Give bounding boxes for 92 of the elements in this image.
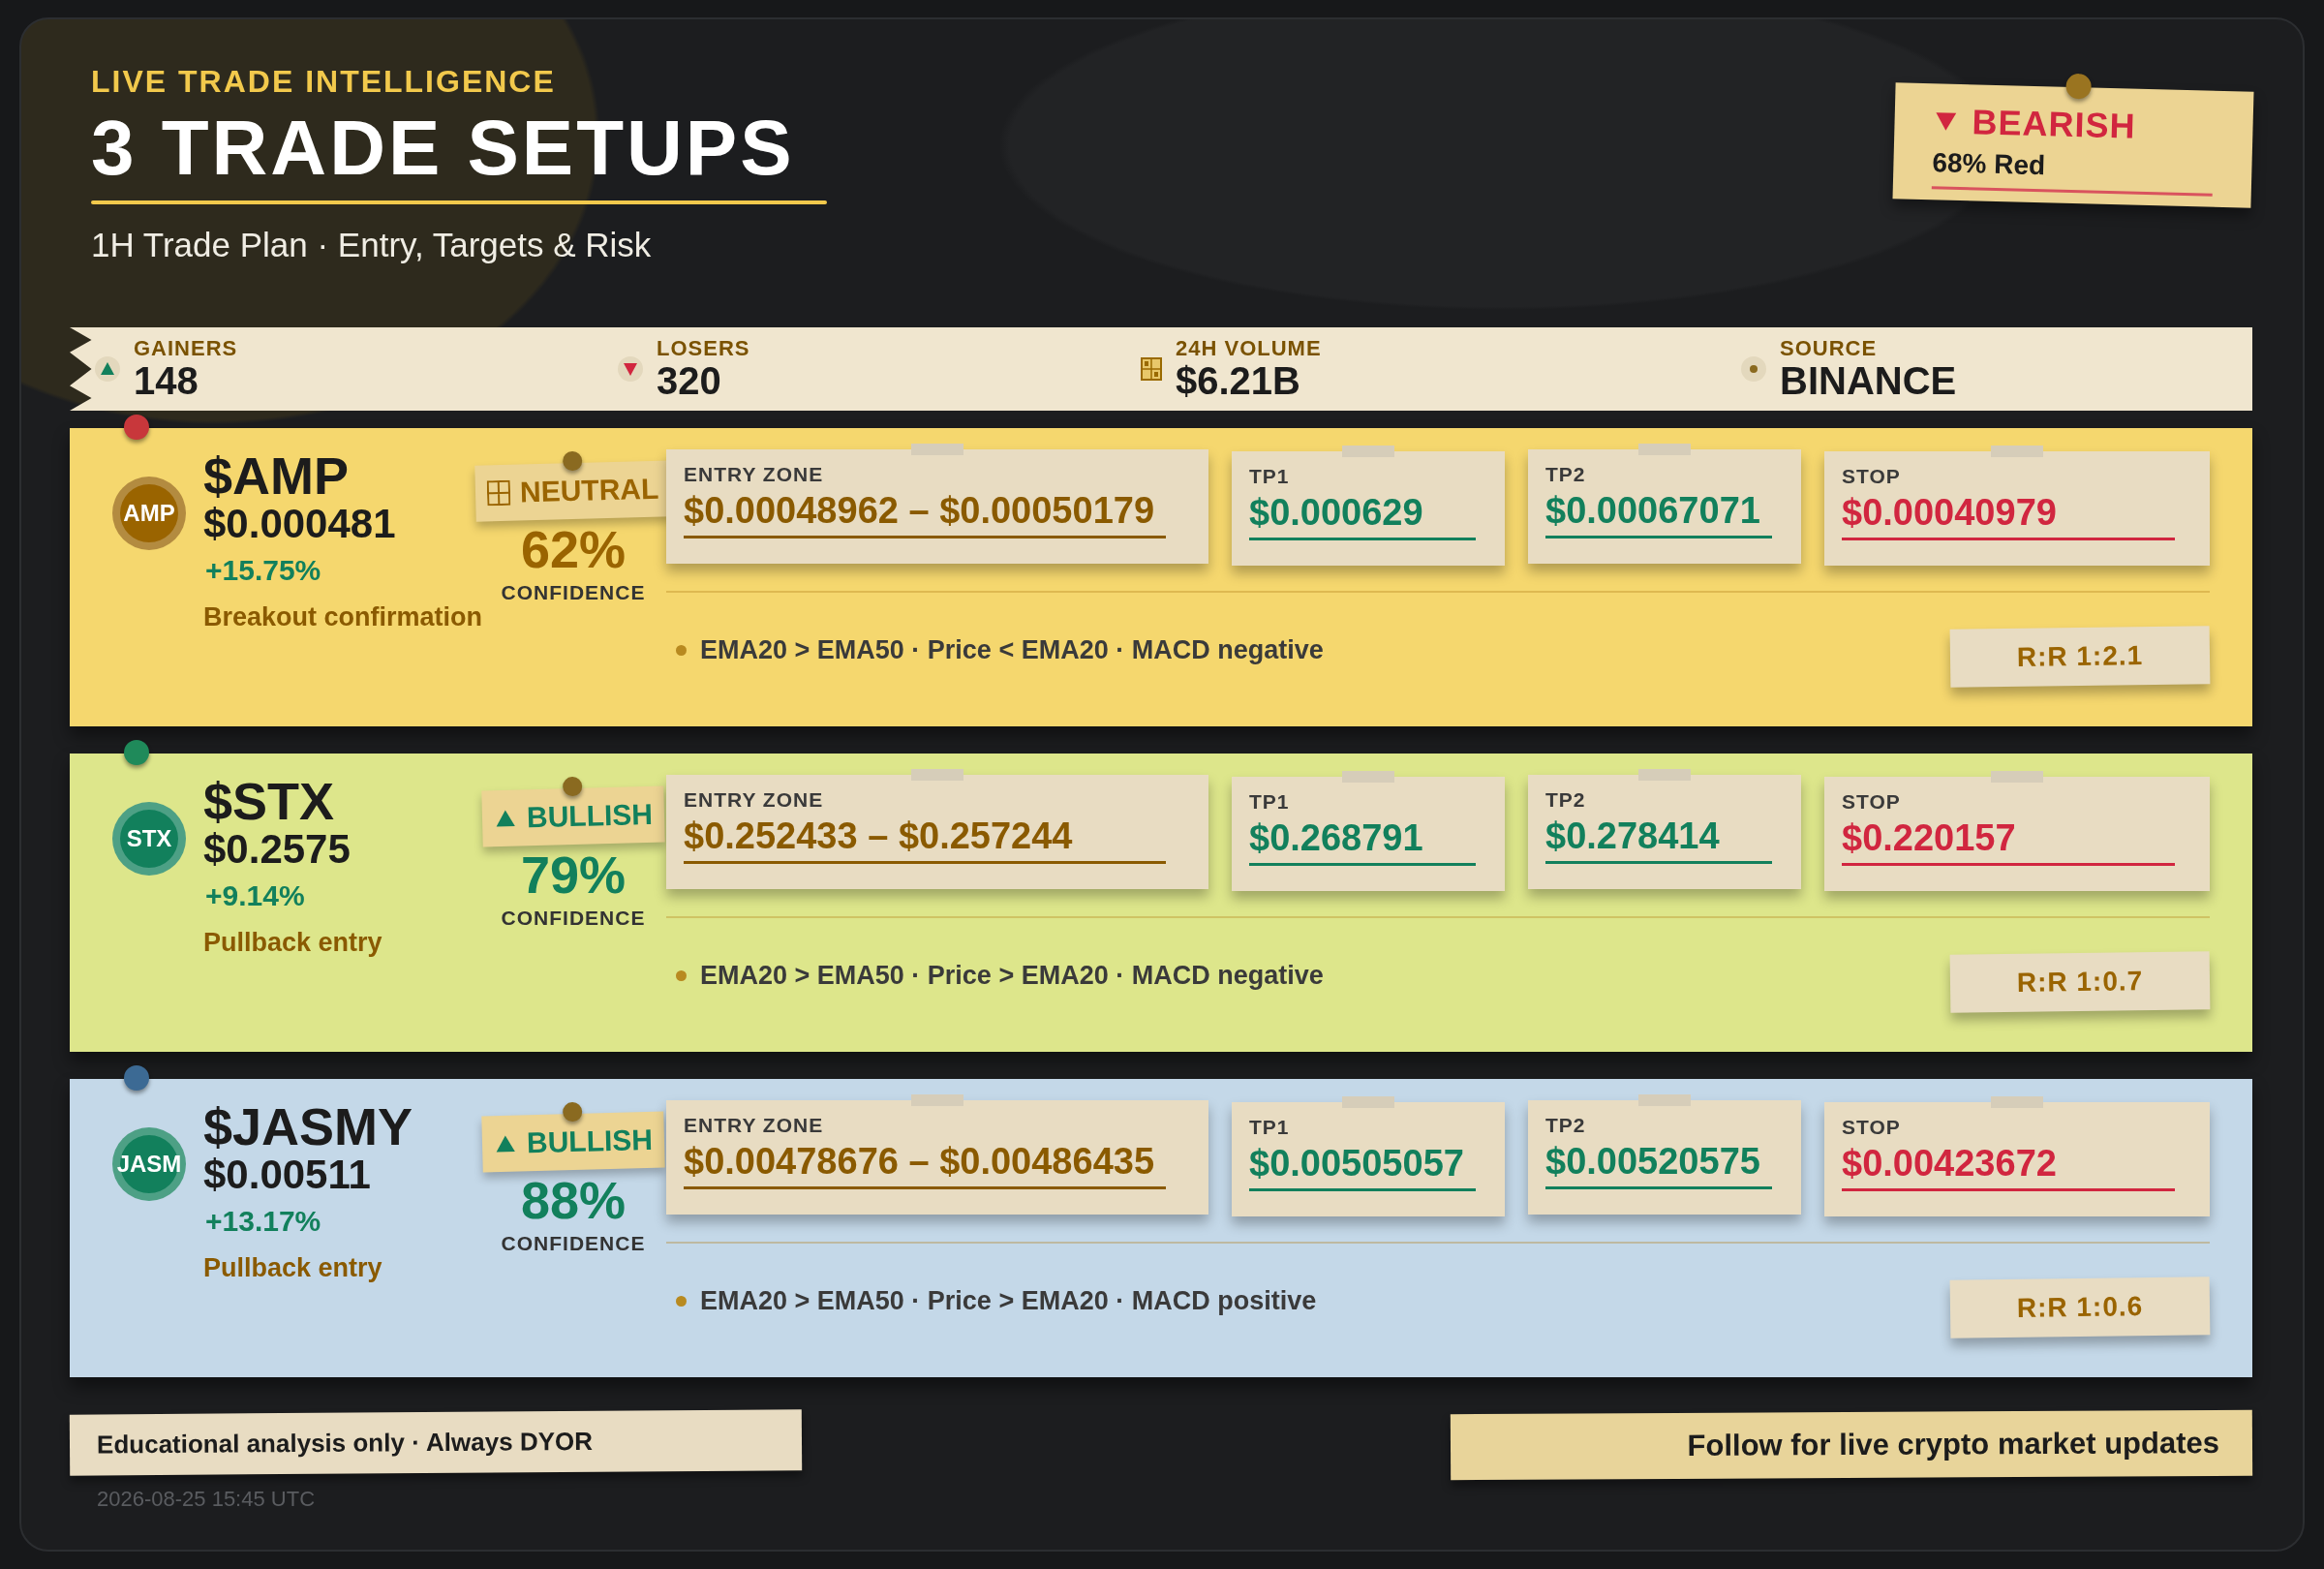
confidence-label: CONFIDENCE [501,581,646,604]
stat-label: SOURCE [1780,338,1879,359]
pin-icon [2065,73,2092,100]
abacus-icon [1141,357,1162,381]
confidence-value: 62% [520,523,627,575]
tape-strip [911,769,963,781]
stat-label: LOSERS [657,338,750,359]
indicator-summary: EMA20 > EMA50 · Price > EMA20 · MACD positive [700,1285,1317,1316]
level-label: ENTRY ZONE [684,463,825,486]
risk-reward-tag: R:R 1:0.7 [1949,951,2211,1013]
confidence-value: 88% [520,1174,627,1226]
coin-price: $0.000481 [203,502,397,547]
disclaimer-note: Educational analysis only · Always DYOR [69,1409,803,1476]
setup-note: Pullback entry [203,1253,382,1284]
tape-strip [1991,771,2043,783]
price-change: +15.75% [205,554,322,588]
tape-strip [1638,444,1691,455]
level-label: STOP [1842,465,1902,488]
indicator-summary: EMA20 > EMA50 · Price > EMA20 · MACD negative [700,960,1324,991]
tape-strip [1342,771,1394,783]
level-label: ENTRY ZONE [684,1114,825,1137]
price-change: +9.14% [205,879,306,913]
coin-symbol: $AMP [203,449,351,502]
bullet-icon [676,969,687,981]
indicator-summary: EMA20 > EMA50 · Price < EMA20 · MACD negative [700,634,1324,665]
coin-symbol: $JASMY [203,1100,414,1153]
tape-strip [1342,446,1394,457]
risk-reward-tag: R:R 1:0.6 [1949,1277,2211,1338]
sentiment-detail: 68% Red [1931,147,2214,197]
level-value: $0.00048962 – $0.00050179 [684,490,1166,538]
level-value: $0.278414 [1545,815,1772,864]
pin-icon [562,776,583,797]
level-value: $0.00067071 [1545,490,1772,538]
coin-badge: AMP [112,477,186,550]
tape-strip [911,1094,963,1106]
tape-strip [1638,769,1691,781]
confidence-label: CONFIDENCE [501,1232,646,1255]
pin-icon [562,450,583,472]
price-change: +13.17% [205,1205,322,1239]
tape-strip [911,444,963,455]
tape-strip [1991,446,2043,457]
level-value: $0.268791 [1249,817,1476,866]
stat-value: 320 [657,361,722,400]
timestamp: 2026-08-25 15:45 UTC [96,1487,317,1512]
page-title: 3 TRADE SETUPS [91,106,796,191]
dot-icon [1741,356,1766,382]
tape-strip [1638,1094,1691,1106]
level-label: ENTRY ZONE [684,788,825,812]
grid-icon [487,479,511,507]
follow-note: Follow for live crypto market updates [1450,1409,2253,1481]
level-label: STOP [1842,790,1902,814]
tape-strip [1342,1096,1394,1108]
coin-badge: JASM [112,1127,186,1201]
level-label: TP1 [1249,1116,1291,1139]
stat-label: GAINERS [134,338,238,359]
level-label: STOP [1842,1116,1902,1139]
level-label: TP2 [1545,463,1587,486]
bias-label: BULLISH [526,797,654,835]
stat-value: 148 [134,361,199,400]
confidence-value: 79% [520,848,627,901]
level-value: $0.220157 [1842,817,2175,866]
bias-label: NEUTRAL [519,472,660,509]
level-label: TP2 [1545,1114,1587,1137]
coin-badge: STX [112,802,186,876]
stat-value: BINANCE [1780,361,1957,400]
risk-reward-tag: R:R 1:2.1 [1949,626,2211,688]
level-value: $0.00520575 [1545,1141,1772,1189]
coin-price: $0.00511 [203,1153,372,1198]
eyebrow-label: LIVE TRADE INTELLIGENCE [91,64,557,100]
level-value: $0.000629 [1249,492,1476,540]
setup-note: Pullback entry [203,928,382,959]
setup-note: Breakout confirmation [203,602,483,633]
pin-icon [562,1101,583,1123]
confidence-label: CONFIDENCE [501,907,646,930]
level-label: TP1 [1249,465,1291,488]
tape-strip [1991,1096,2043,1108]
stat-value: $6.21B [1176,361,1301,400]
bullet-icon [676,644,687,656]
level-label: TP2 [1545,788,1587,812]
level-value: $0.00505057 [1249,1143,1476,1191]
bullet-icon [676,1295,687,1307]
bias-label: BULLISH [526,1123,654,1160]
level-value: $0.00478676 – $0.00486435 [684,1141,1166,1189]
level-value: $0.00040979 [1842,492,2175,540]
coin-symbol: $STX [203,775,336,827]
stat-label: 24H VOLUME [1176,338,1322,359]
level-value: $0.252433 – $0.257244 [684,815,1166,864]
sentiment-label: BEARISH [1972,102,2137,147]
subtitle: 1H Trade Plan · Entry, Targets & Risk [91,226,653,264]
coin-price: $0.2575 [203,827,352,873]
level-value: $0.00423672 [1842,1143,2175,1191]
level-label: TP1 [1249,790,1291,814]
